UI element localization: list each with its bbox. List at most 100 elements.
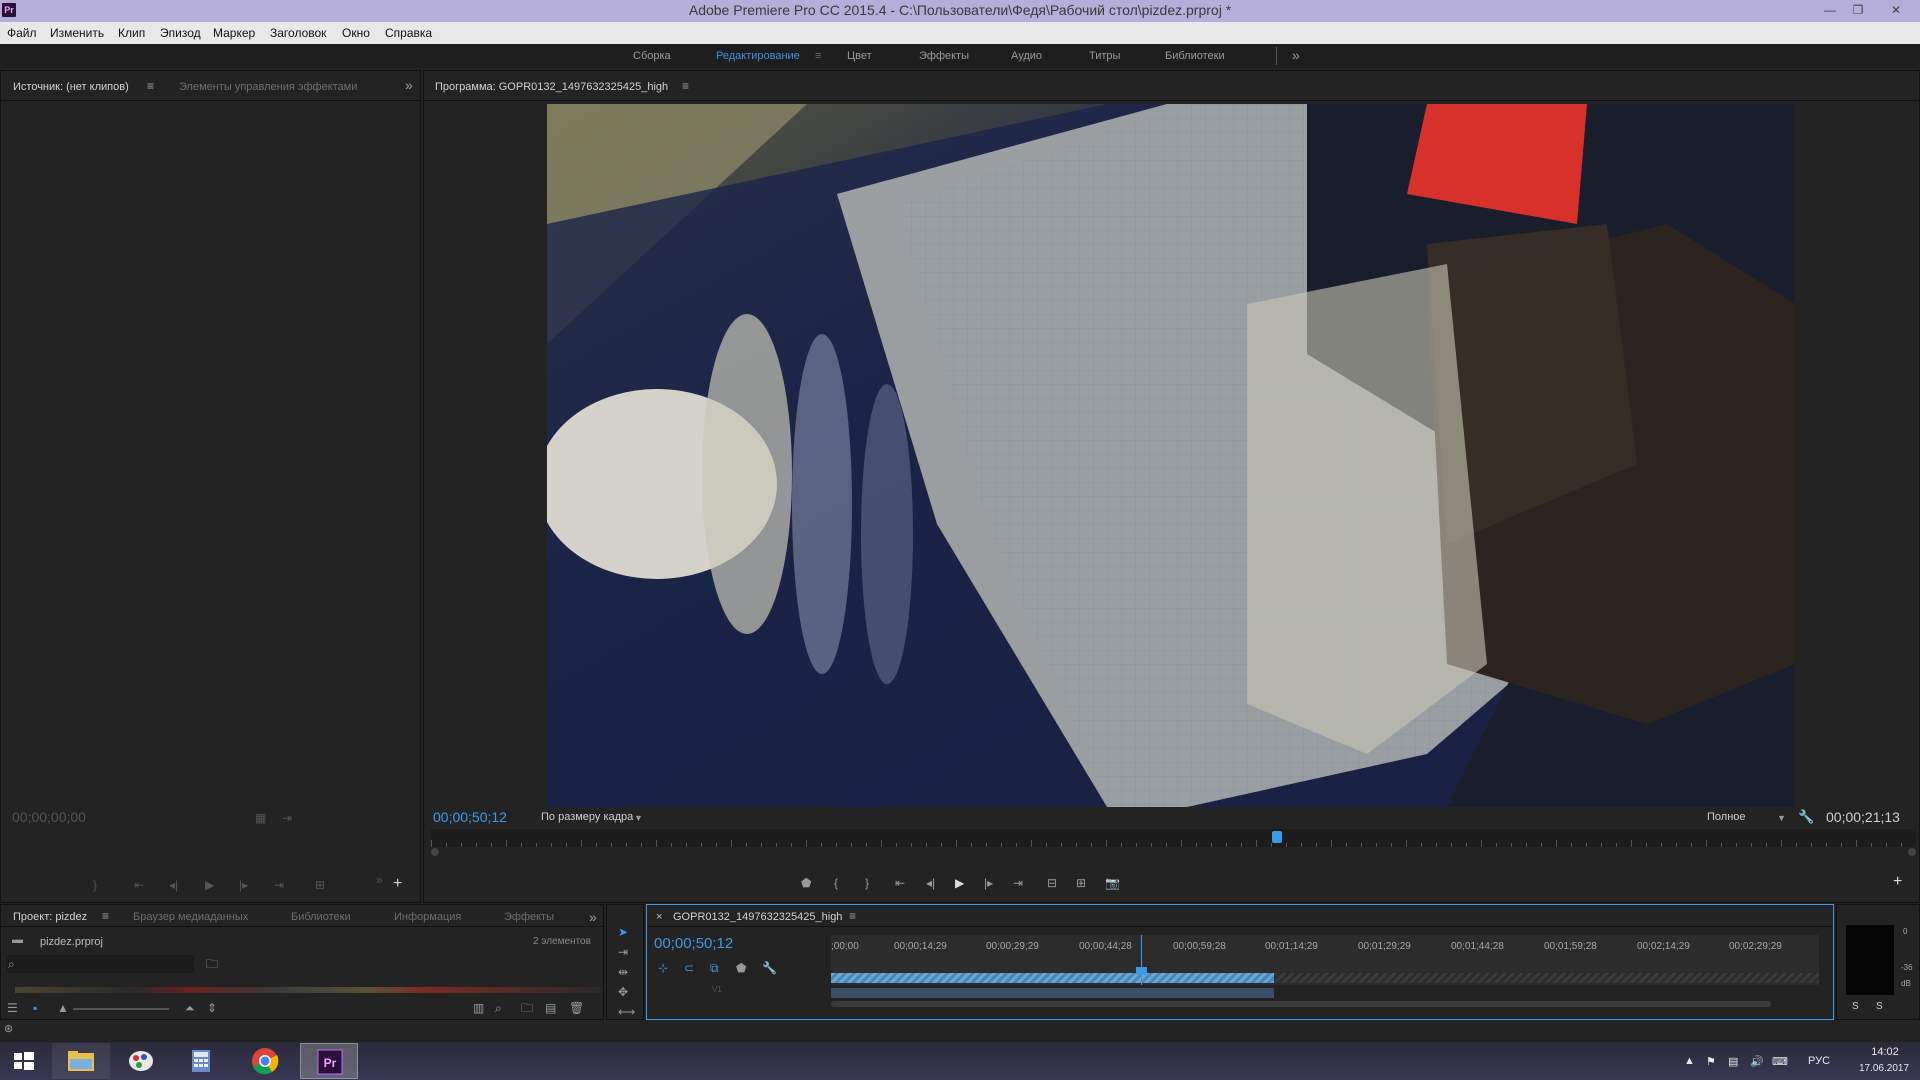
step-back-icon[interactable]: ◂| (926, 876, 935, 890)
source-overflow-icon[interactable]: » (405, 77, 413, 93)
menu-file[interactable]: Файл (7, 26, 37, 40)
program-add-button-icon[interactable]: + (1893, 874, 1902, 890)
slip-tool-icon[interactable]: ⟷ (618, 1005, 635, 1019)
tab-libraries[interactable]: Библиотеки (291, 911, 351, 923)
selection-tool-icon[interactable]: ➤ (618, 925, 628, 939)
razor-tool-icon[interactable]: ✥ (618, 985, 628, 999)
project-menu-icon[interactable]: ≡ (102, 909, 109, 923)
program-quality-select[interactable]: Полное (1707, 811, 1746, 823)
tray-flag-icon[interactable]: ⚑ (1706, 1055, 1716, 1068)
restore-icon[interactable]: ❐ (1847, 1, 1869, 19)
solo-left-button[interactable]: S (1852, 1001, 1859, 1012)
tray-date[interactable]: 17.06.2017 (1848, 1063, 1920, 1074)
source-export-frame-icon[interactable]: ⊞ (315, 878, 325, 892)
tab-info[interactable]: Информация (394, 911, 461, 923)
source-mark-out-icon[interactable]: } (93, 878, 97, 892)
workspace-libraries[interactable]: Библиотеки (1165, 50, 1225, 62)
zoom-slider[interactable] (73, 1008, 169, 1010)
ripple-edit-tool-icon[interactable]: ⇹ (618, 965, 628, 979)
program-fit-select[interactable]: По размеру кадра (541, 811, 633, 823)
extract-icon[interactable]: ⊞ (1076, 876, 1086, 890)
timeline-menu-icon[interactable]: ≡ (849, 909, 856, 923)
settings-wrench-icon[interactable]: 🔧 (1798, 810, 1814, 824)
project-thumbnails[interactable] (15, 987, 601, 993)
automate-to-sequence-icon[interactable]: ▥ (473, 1001, 484, 1015)
workspace-effects[interactable]: Эффекты (919, 50, 969, 62)
new-bin-from-search-icon[interactable]: 🗀 (206, 957, 218, 971)
menu-clip[interactable]: Клип (118, 26, 145, 40)
timeline-playhead[interactable] (1136, 967, 1147, 975)
tray-language[interactable]: РУС (1808, 1055, 1830, 1067)
list-view-icon[interactable]: ☰ (7, 1001, 18, 1015)
program-time-ruler[interactable] (431, 829, 1916, 847)
menu-help[interactable]: Справка (385, 26, 432, 40)
timeline-timecode[interactable]: 00;00;50;12 (654, 935, 733, 952)
tray-time[interactable]: 14:02 (1855, 1046, 1915, 1058)
sort-icon[interactable]: ⏶ (185, 1001, 195, 1015)
file-explorer-icon[interactable] (52, 1043, 110, 1079)
tray-keyboard-icon[interactable]: ⌨ (1772, 1055, 1788, 1068)
tab-media-browser[interactable]: Браузер медиаданных (133, 911, 248, 923)
program-menu-icon[interactable]: ≡ (682, 79, 689, 93)
tab-effect-controls[interactable]: Элементы управления эффектами (179, 81, 357, 93)
tray-volume-icon[interactable]: 🔊 (1750, 1055, 1764, 1068)
mark-in-icon[interactable]: { (834, 876, 838, 890)
source-step-back-icon[interactable]: ◂| (169, 878, 178, 892)
play-icon[interactable]: ▶ (955, 876, 964, 890)
quality-dropdown-icon[interactable]: ▼ (1777, 811, 1786, 825)
solo-right-button[interactable]: S (1876, 1001, 1883, 1012)
tab-project[interactable]: Проект: pizdez (13, 911, 87, 923)
go-to-in-icon[interactable]: ⇤ (895, 876, 905, 890)
source-go-in-icon[interactable]: ⇤ (134, 878, 144, 892)
menu-edit[interactable]: Изменить (50, 26, 104, 40)
workspace-audio[interactable]: Аудио (1011, 50, 1042, 62)
source-insert-icon[interactable]: ▦ (255, 811, 266, 825)
project-search-input[interactable] (6, 955, 194, 973)
timeline-marker-icon[interactable]: ⬟ (736, 961, 746, 975)
source-go-out-icon[interactable]: ⇥ (274, 878, 284, 892)
workspace-color[interactable]: Цвет (847, 50, 872, 62)
program-playhead[interactable] (1272, 831, 1283, 843)
premiere-pro-taskbar-icon[interactable]: Pr (300, 1043, 358, 1079)
windows-start-icon[interactable] (0, 1043, 48, 1079)
workspace-titles[interactable]: Титры (1089, 50, 1120, 62)
zoom-handle-right[interactable] (1908, 848, 1916, 856)
track-select-tool-icon[interactable]: ⇥ (618, 945, 628, 959)
tab-source[interactable]: Источник: (нет клипов) (13, 81, 129, 93)
new-bin-icon[interactable]: 🗀 (521, 1001, 533, 1015)
linked-selection-icon[interactable]: ⊂ (684, 961, 694, 975)
source-overwrite-icon[interactable]: ⇥ (282, 811, 292, 825)
tray-network-icon[interactable]: ▤ (1728, 1055, 1738, 1068)
export-frame-camera-icon[interactable]: 📷 (1105, 876, 1120, 890)
source-more-icon[interactable]: » (376, 873, 383, 887)
tab-program[interactable]: Программа: GOPR0132_1497632325425_high (435, 81, 668, 93)
tab-effects[interactable]: Эффекты (504, 911, 554, 923)
step-forward-icon[interactable]: |▸ (984, 876, 993, 890)
find-icon[interactable]: ⌕ (495, 1001, 502, 1015)
icon-view-icon[interactable]: ▪ (33, 1001, 37, 1015)
source-play-icon[interactable]: ▶ (205, 878, 214, 892)
menu-marker[interactable]: Маркер (213, 26, 255, 40)
close-icon[interactable]: ✕ (1876, 1, 1916, 19)
minimize-icon[interactable]: — (1819, 1, 1841, 19)
menu-window[interactable]: Окно (342, 26, 370, 40)
workspace-overflow-icon[interactable]: » (1292, 47, 1300, 63)
zoom-handle-left[interactable] (431, 848, 439, 856)
workspace-editing[interactable]: Редактирование (716, 50, 800, 62)
tray-up-arrow-icon[interactable]: ▲ (1684, 1055, 1695, 1067)
nest-icon[interactable]: ⧉ (710, 961, 719, 975)
timeline-scrollbar[interactable] (831, 1001, 1771, 1007)
new-item-icon[interactable]: ▤ (545, 1001, 556, 1015)
workspace-menu-icon[interactable]: ≡ (815, 50, 821, 62)
video-clip[interactable] (831, 988, 1274, 998)
go-to-out-icon[interactable]: ⇥ (1013, 876, 1023, 890)
mark-out-icon[interactable]: } (865, 876, 869, 890)
timeline-settings-icon[interactable]: 🔧 (762, 961, 777, 975)
project-overflow-icon[interactable]: » (589, 909, 597, 925)
timeline-ruler[interactable]: ;00;00 00;00;14;29 00;00;29;29 00;00;44;… (831, 935, 1819, 985)
timeline-close-icon[interactable]: × (656, 911, 662, 923)
menu-sequence[interactable]: Эпизод (160, 26, 201, 40)
workspace-assembly[interactable]: Сборка (633, 50, 671, 62)
snap-icon[interactable]: ⊹ (658, 961, 668, 975)
tab-sequence[interactable]: GOPR0132_1497632325425_high (673, 911, 842, 923)
